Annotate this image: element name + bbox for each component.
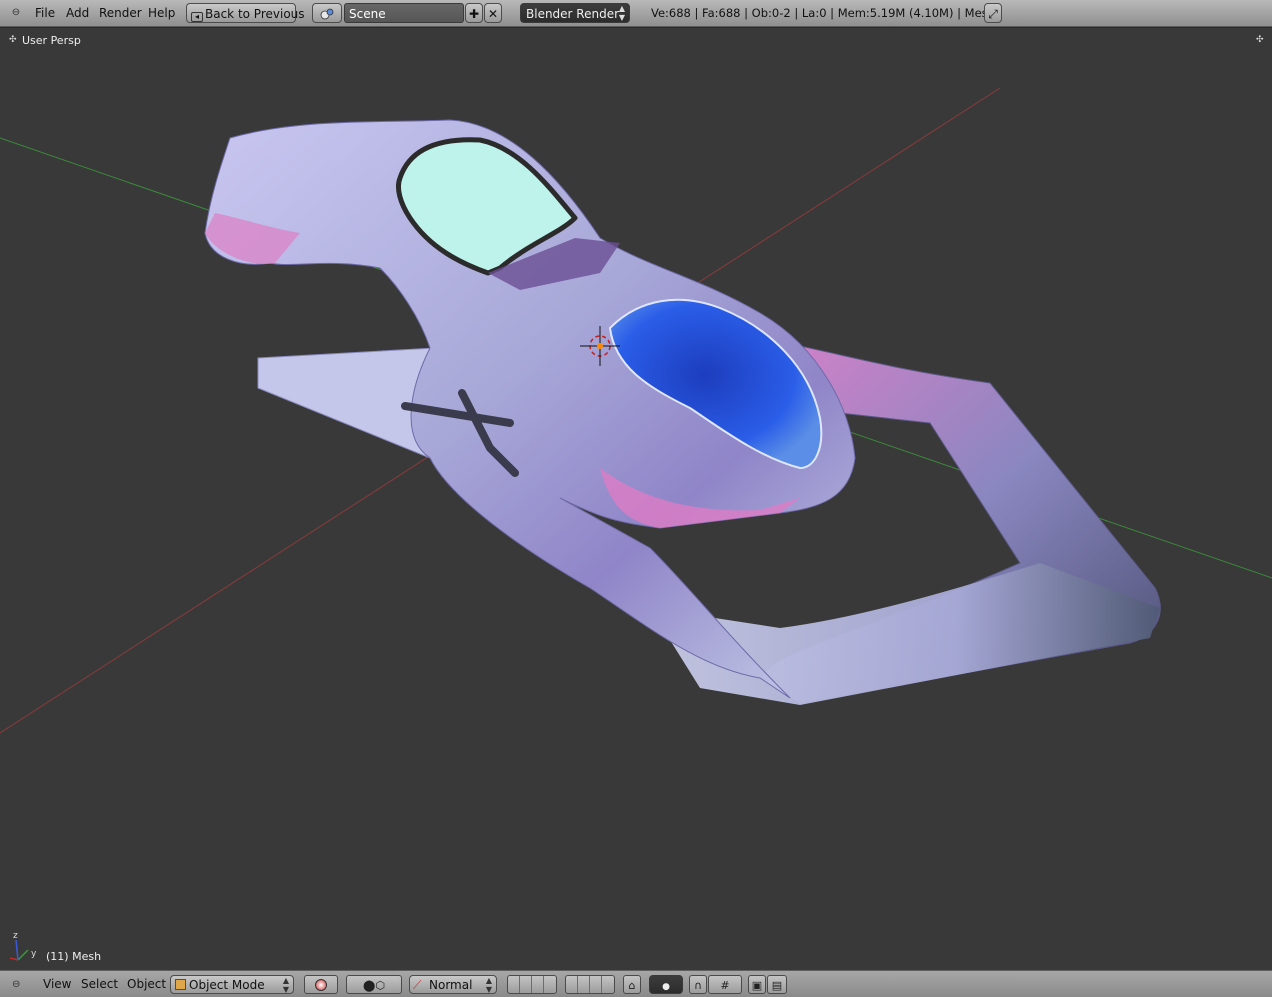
fullscreen-toggle-button[interactable]: ⤢: [984, 3, 1002, 23]
render-button[interactable]: ▣: [748, 975, 766, 994]
layer-5[interactable]: [566, 976, 578, 993]
object-cube-icon: [175, 979, 186, 990]
scene-browse-button[interactable]: [312, 3, 342, 23]
snap-toggle[interactable]: ∩: [689, 975, 707, 994]
scene-name-field[interactable]: Scene: [344, 3, 464, 23]
updown-icon: ▲ ▼: [282, 976, 289, 994]
updown-icon: ▲ ▼: [485, 976, 492, 994]
mode-select[interactable]: Object Mode ▲ ▼: [170, 975, 294, 994]
layer-buttons-2[interactable]: [565, 975, 615, 994]
render-animation-button[interactable]: ▤: [767, 975, 787, 994]
layer-7[interactable]: [590, 976, 602, 993]
menu-render[interactable]: Render: [99, 3, 142, 23]
info-header: ⊖ File Add Render Help ◂ Back to Previous…: [0, 0, 1272, 27]
3d-viewport[interactable]: ✣ User Persp ✣ y z (11) Mesh: [0, 28, 1272, 970]
camera-icon: ▣: [751, 979, 763, 992]
menu-add[interactable]: Add: [66, 3, 89, 23]
viewport-shading-select[interactable]: [304, 975, 338, 994]
axis-z-label: z: [13, 931, 18, 941]
clapperboard-icon: ▤: [771, 979, 783, 992]
proportional-edit-select[interactable]: ●: [649, 975, 683, 994]
pivot-icon: ⬤⬡: [363, 979, 385, 992]
fullscreen-icon: ⤢: [988, 7, 998, 21]
layer-4[interactable]: [544, 976, 556, 993]
transform-orientation-select[interactable]: ⟋ Normal ▲ ▼: [409, 975, 497, 994]
circle-icon: ●: [662, 982, 670, 992]
plus-icon: ✚: [468, 7, 480, 21]
layer-8[interactable]: [602, 976, 614, 993]
scene-icon: [320, 6, 334, 20]
layer-2[interactable]: [520, 976, 532, 993]
close-icon: ✕: [487, 7, 499, 21]
layer-3[interactable]: [532, 976, 544, 993]
render-engine-select[interactable]: Blender Render ▲ ▼: [520, 3, 630, 23]
3d-view-header: ⊖ View Select Object Object Mode ▲ ▼ ⬤⬡ ⟋…: [0, 970, 1272, 997]
delete-scene-button[interactable]: ✕: [484, 3, 502, 23]
shading-icon: [315, 979, 327, 991]
menu-file[interactable]: File: [35, 3, 55, 23]
updown-icon: ▲ ▼: [618, 4, 625, 22]
menu-help[interactable]: Help: [148, 3, 175, 23]
lock-icon: ⌂: [628, 979, 636, 992]
axis-y-label: y: [31, 949, 37, 959]
mode-label: Object Mode: [189, 978, 265, 992]
back-to-previous-button[interactable]: ◂ Back to Previous: [186, 3, 305, 23]
scene-render: y z: [0, 87, 1272, 961]
menu-object[interactable]: Object: [127, 975, 166, 994]
scene-stats: Ve:688 | Fa:688 | Ob:0-2 | La:0 | Mem:5.…: [651, 6, 995, 20]
grid-icon: #: [720, 979, 730, 992]
add-scene-button[interactable]: ✚: [465, 3, 483, 23]
render-engine-label: Blender Render: [526, 7, 620, 21]
back-to-previous-label: Back to Previous: [205, 7, 305, 21]
active-object-label: (11) Mesh: [46, 950, 102, 963]
orientation-label: Normal: [429, 978, 473, 992]
menu-view[interactable]: View: [43, 975, 71, 994]
menu-select[interactable]: Select: [81, 975, 118, 994]
layer-buttons-1[interactable]: [507, 975, 557, 994]
snap-element-select[interactable]: #: [708, 975, 742, 994]
editor-type-icon[interactable]: ⊖: [12, 975, 26, 994]
back-arrow-icon: ◂: [191, 12, 203, 22]
axis-gizmo: y z: [9, 931, 37, 961]
lock-camera-button[interactable]: ⌂: [623, 975, 641, 994]
header-toggle-icon[interactable]: ⊖: [8, 3, 24, 23]
layer-6[interactable]: [578, 976, 590, 993]
manipulator-icon: ⟋: [413, 978, 422, 992]
magnet-icon: ∩: [693, 979, 703, 992]
pivot-point-select[interactable]: ⬤⬡: [346, 975, 402, 994]
layer-1[interactable]: [508, 976, 520, 993]
